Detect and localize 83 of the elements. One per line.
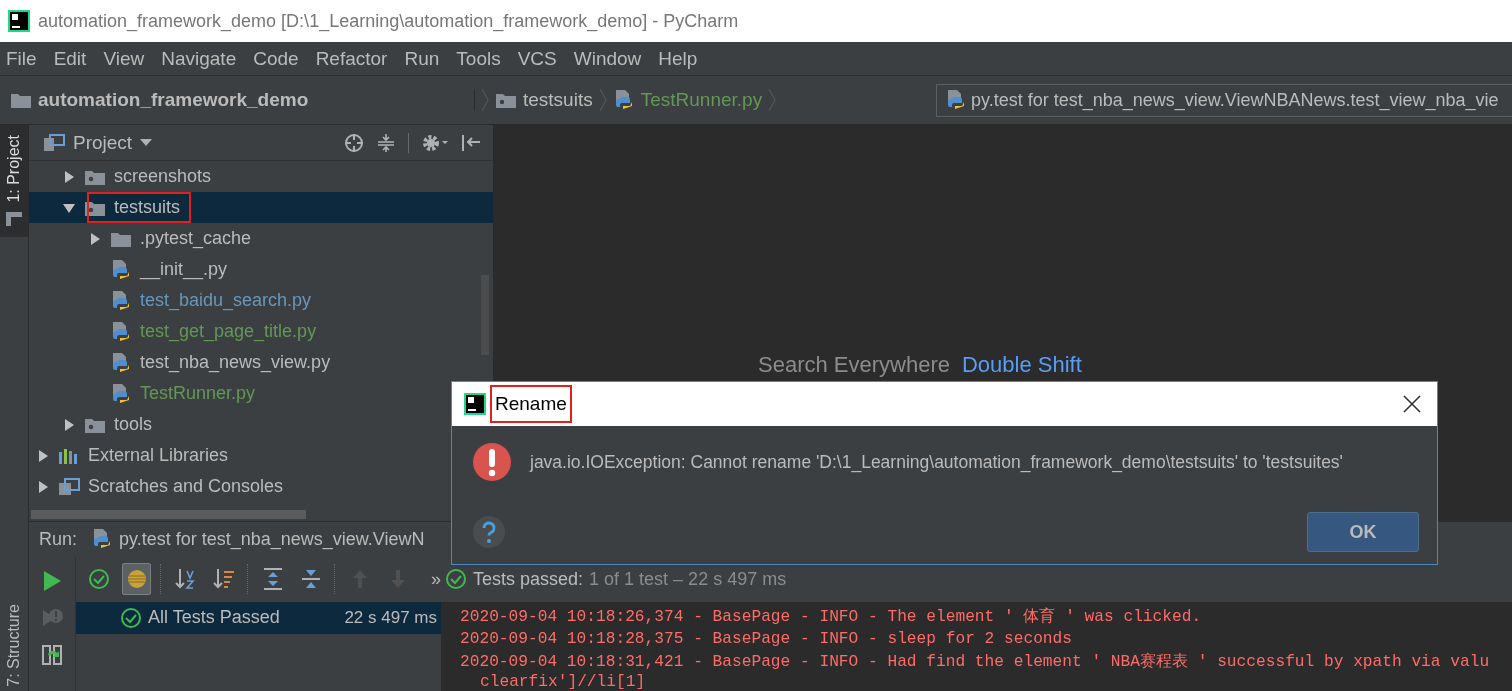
run-icon[interactable] bbox=[41, 568, 63, 593]
tree-item[interactable]: test_get_page_title.py bbox=[29, 316, 493, 347]
console-line: clearfix']//li[1] bbox=[479, 673, 647, 691]
collapsed-arrow-icon[interactable] bbox=[62, 169, 76, 184]
menu-item[interactable]: Refactor bbox=[314, 44, 395, 73]
tool-window-tab[interactable]: 7: Structure bbox=[0, 598, 28, 691]
run-configuration-dropdown[interactable]: py.test for test_nba_news_view.ViewNBANews.test_view_nba_vie bbox=[936, 83, 1512, 117]
status-detail: 1 of 1 test – 22 s 497 ms bbox=[589, 568, 787, 590]
editor-hint: Search Everywhere bbox=[758, 352, 950, 378]
hide-panel-icon[interactable] bbox=[461, 132, 481, 153]
passed-icon bbox=[120, 606, 142, 629]
tree-item[interactable]: .pytest_cache bbox=[29, 223, 493, 254]
menu-item[interactable]: VCS bbox=[516, 44, 564, 73]
close-icon[interactable] bbox=[1403, 395, 1421, 413]
console-line: 2020-09-04 10:18:26,374 - BasePage - INFO - The element ' 体育 ' was clicked. bbox=[460, 606, 1203, 628]
tree-item[interactable]: External Libraries bbox=[29, 440, 493, 471]
passed-filter-icon bbox=[86, 567, 111, 591]
window-title: automation_framework_demo [D:\1_Learning\automation_framework_demo] - PyCharm bbox=[38, 10, 739, 32]
scratch-icon bbox=[58, 477, 80, 496]
python-file-icon bbox=[110, 320, 132, 343]
menu-item[interactable]: Code bbox=[252, 44, 306, 73]
horizontal-scrollbar[interactable] bbox=[31, 510, 306, 519]
caret-icon bbox=[140, 138, 153, 147]
crosshair-icon[interactable] bbox=[344, 132, 364, 153]
ignored-filter-button[interactable] bbox=[122, 563, 152, 595]
tool-window-tab[interactable]: 1: Project bbox=[0, 125, 28, 237]
breadcrumb[interactable]: testsuits bbox=[495, 89, 593, 111]
console-line: 2020-09-04 10:18:31,421 - BasePage - INFO - Had find the element ' NBA赛程表 ' successful by xpath via valu bbox=[460, 651, 1491, 673]
test-duration: 22 s 497 ms bbox=[344, 607, 437, 628]
menu-item[interactable]: Window bbox=[572, 44, 649, 73]
collapse-all-icon[interactable] bbox=[376, 132, 396, 153]
panel-title-dropdown[interactable]: Project bbox=[43, 131, 153, 154]
tree-item[interactable]: screenshots bbox=[29, 161, 493, 192]
console-line: 2020-09-04 10:18:28,375 - BasePage - INFO - sleep for 2 seconds bbox=[460, 629, 1073, 650]
menu-item[interactable]: Tools bbox=[455, 44, 508, 73]
run-tab[interactable]: py.test for test_nba_news_view.ViewN bbox=[91, 528, 425, 550]
menu-item[interactable]: View bbox=[102, 44, 152, 73]
tree-item[interactable]: TestRunner.py bbox=[29, 378, 493, 409]
app-logo-icon bbox=[8, 10, 30, 32]
python-file-icon bbox=[110, 289, 132, 312]
error-icon bbox=[472, 442, 512, 482]
folder-icon bbox=[495, 91, 517, 109]
panel-label: Run: bbox=[39, 528, 78, 550]
app-logo-icon bbox=[464, 393, 486, 415]
breadcrumb[interactable]: TestRunner.py bbox=[612, 89, 763, 111]
tree-item[interactable]: tools bbox=[29, 409, 493, 440]
tree-item[interactable]: Scratches and Consoles bbox=[29, 471, 493, 502]
tree-item[interactable]: test_baidu_search.py bbox=[29, 285, 493, 316]
shortcut-hint: Double Shift bbox=[962, 352, 1082, 378]
project-icon bbox=[43, 133, 65, 152]
passed-icon bbox=[445, 568, 467, 590]
menu-item[interactable]: Edit bbox=[52, 44, 94, 73]
sort-by-duration-icon bbox=[211, 567, 236, 591]
ok-button[interactable]: OK bbox=[1307, 512, 1419, 552]
collapsed-arrow-icon[interactable] bbox=[36, 448, 50, 463]
status-label: Tests passed: bbox=[473, 568, 584, 590]
dialog-title: Rename bbox=[490, 385, 572, 423]
python-file-icon bbox=[110, 258, 132, 281]
test-result-item[interactable]: All Tests Passed 22 s 497 ms bbox=[76, 601, 441, 634]
collapsed-arrow-icon[interactable] bbox=[36, 479, 50, 494]
menu-item[interactable]: Navigate bbox=[160, 44, 244, 73]
collapsed-arrow-icon[interactable] bbox=[88, 231, 102, 246]
error-message: java.io.IOException: Cannot rename 'D:\1_Learning\automation_framework_demo\testsuits' to 'testsuites' bbox=[530, 451, 1343, 473]
collapsed-arrow-icon[interactable] bbox=[62, 417, 76, 432]
python-file-icon bbox=[110, 351, 132, 374]
menu-item[interactable]: File bbox=[5, 44, 44, 73]
panel-icon bbox=[5, 210, 23, 227]
tree-item[interactable]: __init__.py bbox=[29, 254, 493, 285]
settings-icon[interactable] bbox=[421, 132, 449, 153]
more-button[interactable]: » bbox=[431, 568, 442, 590]
tree-item[interactable]: testsuits bbox=[29, 192, 493, 223]
folder-icon bbox=[10, 91, 32, 109]
menu-item[interactable]: Run bbox=[403, 44, 447, 73]
menu-item[interactable]: Help bbox=[657, 44, 705, 73]
breadcrumb[interactable]: automation_framework_demo bbox=[10, 89, 475, 111]
tree-item[interactable]: test_nba_news_view.py bbox=[29, 347, 493, 378]
help-icon[interactable] bbox=[472, 515, 506, 549]
chevron-icon bbox=[598, 88, 607, 112]
python-file-icon bbox=[945, 89, 967, 111]
library-icon bbox=[58, 446, 80, 465]
chevron-icon bbox=[768, 88, 777, 112]
chevron-icon bbox=[481, 88, 489, 112]
python-file-icon bbox=[110, 382, 132, 405]
